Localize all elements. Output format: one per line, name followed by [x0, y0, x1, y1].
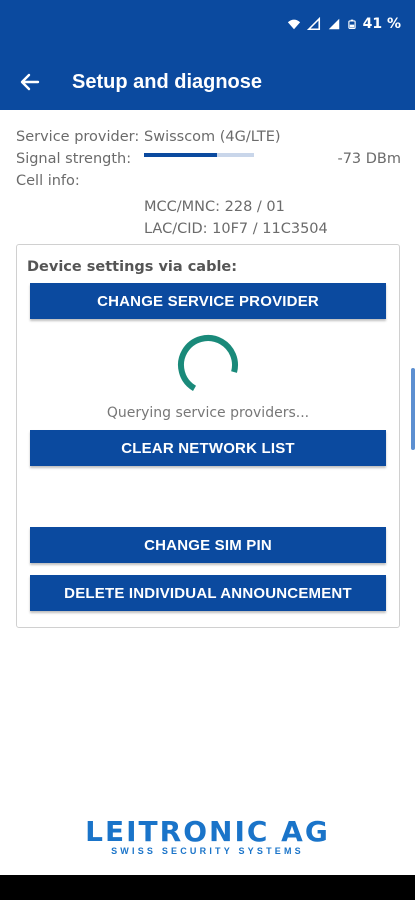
lac-cid-value: LAC/CID: 10F7 / 11C3504: [144, 221, 328, 237]
signal-icon: [328, 18, 339, 30]
device-info: Service provider: Swisscom (4G/LTE) Sign…: [16, 126, 401, 240]
querying-status: Querying service providers...: [106, 405, 310, 421]
card-title: Device settings via cable:: [27, 259, 238, 275]
signal-strength-label: Signal strength:: [16, 151, 132, 167]
arrow-left-icon: [20, 73, 40, 91]
system-navigation-bar: [0, 875, 415, 900]
signal-strength-bar: [144, 153, 254, 157]
change-sim-pin-button[interactable]: CHANGE SIM PIN: [30, 527, 386, 563]
battery-percentage: 41 %: [362, 16, 401, 32]
scroll-indicator: [411, 368, 415, 450]
delete-individual-announcement-button[interactable]: DELETE INDIVIDUAL ANNOUNCEMENT: [30, 575, 386, 611]
cell-info-label: Cell info:: [16, 173, 80, 189]
service-provider-label: Service provider:: [16, 129, 140, 145]
mcc-mnc-value: MCC/MNC: 228 / 01: [144, 199, 285, 215]
back-button[interactable]: [0, 60, 60, 104]
logo-name: LEITRONIC AG: [85, 815, 330, 848]
wifi-icon: [287, 19, 300, 30]
service-provider-value: Swisscom (4G/LTE): [144, 129, 281, 145]
logo-tagline: SWISS SECURITY SYSTEMS: [111, 846, 304, 856]
device-settings-card: Device settings via cable: CHANGE SERVIC…: [16, 244, 400, 628]
battery-icon: [347, 19, 356, 29]
clear-network-list-button[interactable]: CLEAR NETWORK LIST: [30, 430, 386, 466]
signal-strength-value: -73 DBm: [337, 151, 401, 167]
app-bar: Setup and diagnose: [0, 60, 415, 104]
loading-spinner-icon: [178, 335, 238, 395]
status-bar: 41 %: [287, 16, 401, 32]
change-service-provider-button[interactable]: CHANGE SERVICE PROVIDER: [30, 283, 386, 319]
company-logo: LEITRONIC AG SWISS SECURITY SYSTEMS: [0, 815, 415, 856]
top-bar: 41 % Setup and diagnose: [0, 0, 415, 110]
signal-icon: [306, 17, 320, 31]
signal-strength-fill: [144, 153, 217, 157]
page-title: Setup and diagnose: [72, 70, 263, 93]
